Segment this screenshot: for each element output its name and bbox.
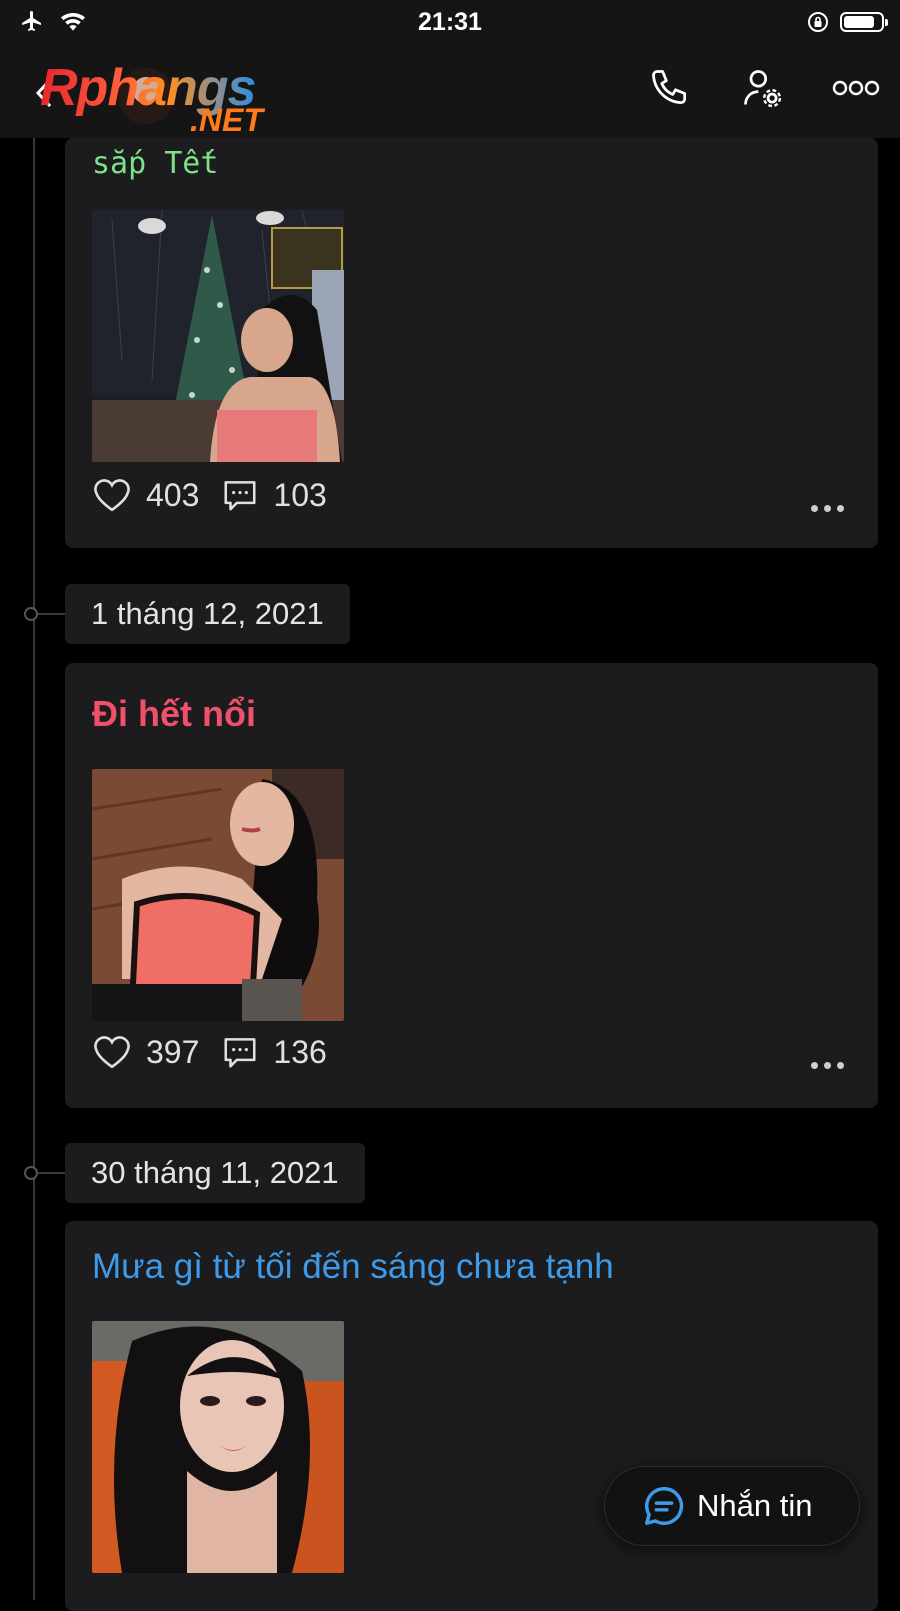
timeline-connector [38, 613, 65, 615]
clock: 21:31 [418, 8, 482, 36]
comment-icon[interactable] [221, 1033, 259, 1071]
comment-count: 136 [273, 1033, 327, 1070]
battery-icon [840, 12, 888, 32]
timeline-dot [24, 1166, 38, 1180]
post-photo[interactable] [92, 1321, 344, 1573]
dot-icon [837, 1062, 844, 1069]
post-photo[interactable] [92, 769, 344, 1021]
comment-icon[interactable] [221, 476, 259, 514]
send-message-label: Nhắn tin [697, 1488, 813, 1523]
more-options-icon[interactable] [832, 78, 880, 98]
timeline-connector [38, 1172, 65, 1174]
dot-icon [811, 505, 818, 512]
post-more-button[interactable] [811, 1062, 844, 1069]
post-more-button[interactable] [811, 505, 844, 512]
like-count: 397 [146, 1033, 200, 1070]
chat-bubble-icon [645, 1487, 684, 1525]
heart-icon[interactable] [92, 1034, 132, 1070]
comment-count: 103 [273, 476, 327, 513]
site-logo: Rphangs .NET [40, 58, 320, 138]
post-title: Đi hết nổi [92, 693, 256, 734]
rotation-lock-icon [808, 12, 828, 32]
phone-call-icon[interactable] [648, 66, 692, 110]
dot-icon [837, 505, 844, 512]
timeline-dot [24, 607, 38, 621]
user-settings-icon[interactable] [740, 66, 784, 110]
post-title: sắp Tết [92, 146, 219, 181]
post-actions: 397 136 [92, 1033, 349, 1071]
top-navigation-bar: Rphangs .NET [0, 46, 900, 138]
date-label: 30 tháng 11, 2021 [65, 1143, 365, 1203]
post-title: Mưa gì từ tối đến sáng chưa tạnh [92, 1247, 614, 1286]
photo-woman-pink-top [92, 769, 344, 1021]
like-count: 403 [146, 476, 200, 513]
logo-suffix: .NET [190, 102, 263, 138]
photo-woman-christmas-tree [92, 210, 344, 462]
status-bar: 21:31 [0, 0, 900, 46]
post-card[interactable]: Đi hết nổi 397 136 [65, 663, 878, 1108]
dot-icon [824, 1062, 831, 1069]
send-message-button[interactable]: Nhắn tin [604, 1466, 860, 1546]
date-label: 1 tháng 12, 2021 [65, 584, 350, 644]
post-card[interactable]: sắp Tết 403 103 [65, 138, 878, 548]
timeline-line [33, 138, 35, 1600]
post-photo[interactable] [92, 210, 344, 462]
post-card[interactable]: Mưa gì từ tối đến sáng chưa tạnh [65, 1221, 878, 1611]
post-actions: 403 103 [92, 476, 349, 514]
photo-woman-portrait [92, 1321, 344, 1573]
heart-icon[interactable] [92, 477, 132, 513]
dot-icon [824, 505, 831, 512]
dot-icon [811, 1062, 818, 1069]
